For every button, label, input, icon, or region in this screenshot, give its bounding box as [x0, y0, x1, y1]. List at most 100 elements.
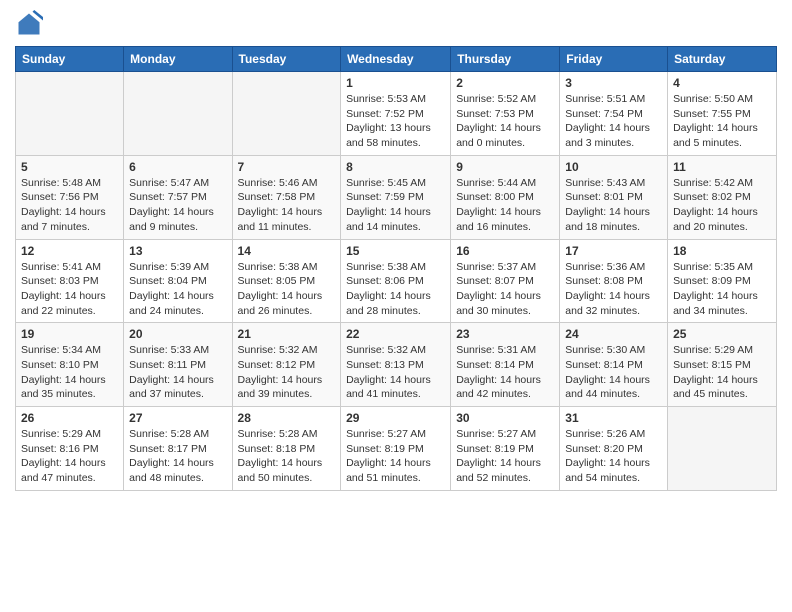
calendar-header-sunday: Sunday [16, 47, 124, 72]
day-number: 4 [673, 76, 771, 90]
calendar-cell: 21 Sunrise: 5:32 AM Sunset: 8:12 PM Dayli… [232, 323, 341, 407]
day-number: 17 [565, 244, 662, 258]
logo-icon [15, 10, 43, 38]
calendar-cell: 11 Sunrise: 5:42 AM Sunset: 8:02 PM Dayli… [668, 155, 777, 239]
day-info: Sunrise: 5:34 AM Sunset: 8:10 PM Dayligh… [21, 343, 118, 402]
day-number: 11 [673, 160, 771, 174]
day-info: Sunrise: 5:32 AM Sunset: 8:12 PM Dayligh… [238, 343, 336, 402]
day-info: Sunrise: 5:38 AM Sunset: 8:06 PM Dayligh… [346, 260, 445, 319]
calendar-header-wednesday: Wednesday [341, 47, 451, 72]
day-info: Sunrise: 5:42 AM Sunset: 8:02 PM Dayligh… [673, 176, 771, 235]
day-number: 8 [346, 160, 445, 174]
day-number: 22 [346, 327, 445, 341]
calendar-header-thursday: Thursday [451, 47, 560, 72]
calendar-week-1: 1 Sunrise: 5:53 AM Sunset: 7:52 PM Daylig… [16, 72, 777, 156]
calendar-header-saturday: Saturday [668, 47, 777, 72]
logo [15, 10, 47, 38]
day-number: 3 [565, 76, 662, 90]
calendar-header-monday: Monday [124, 47, 232, 72]
calendar-cell: 29Sunrise: 5:27 AM Sunset: 8:19 PM Dayli… [341, 407, 451, 491]
day-number: 25 [673, 327, 771, 341]
day-info: Sunrise: 5:28 AM Sunset: 8:18 PM Dayligh… [238, 427, 336, 486]
calendar-cell: 6 Sunrise: 5:47 AM Sunset: 7:57 PM Daylig… [124, 155, 232, 239]
day-number: 31 [565, 411, 662, 425]
day-info: Sunrise: 5:53 AM Sunset: 7:52 PM Dayligh… [346, 92, 445, 151]
day-number: 10 [565, 160, 662, 174]
calendar-cell: 28 Sunrise: 5:28 AM Sunset: 8:18 PM Dayli… [232, 407, 341, 491]
day-number: 26 [21, 411, 118, 425]
day-number: 19 [21, 327, 118, 341]
day-info: Sunrise: 5:51 AM Sunset: 7:54 PM Dayligh… [565, 92, 662, 151]
calendar-cell: 19 Sunrise: 5:34 AM Sunset: 8:10 PM Dayli… [16, 323, 124, 407]
calendar-cell: 18 Sunrise: 5:35 AM Sunset: 8:09 PM Dayli… [668, 239, 777, 323]
day-number: 16 [456, 244, 554, 258]
calendar-week-4: 19 Sunrise: 5:34 AM Sunset: 8:10 PM Dayli… [16, 323, 777, 407]
day-number: 30 [456, 411, 554, 425]
day-info: Sunrise: 5:35 AM Sunset: 8:09 PM Dayligh… [673, 260, 771, 319]
calendar-header-friday: Friday [560, 47, 668, 72]
day-info: Sunrise: 5:44 AM Sunset: 8:00 PM Dayligh… [456, 176, 554, 235]
calendar-cell: 15 Sunrise: 5:38 AM Sunset: 8:06 PM Dayli… [341, 239, 451, 323]
calendar-cell: 30 Sunrise: 5:27 AM Sunset: 8:19 PM Dayli… [451, 407, 560, 491]
calendar-cell [232, 72, 341, 156]
calendar-week-3: 12 Sunrise: 5:41 AM Sunset: 8:03 PM Dayli… [16, 239, 777, 323]
calendar-cell: 24 Sunrise: 5:30 AM Sunset: 8:14 PM Dayli… [560, 323, 668, 407]
day-info: Sunrise: 5:27 AM Sunset: 8:19 PM Dayligh… [456, 427, 554, 486]
calendar-cell: 3 Sunrise: 5:51 AM Sunset: 7:54 PM Daylig… [560, 72, 668, 156]
day-info: Sunrise: 5:47 AM Sunset: 7:57 PM Dayligh… [129, 176, 226, 235]
day-info: Sunrise: 5:29 AM Sunset: 8:16 PM Dayligh… [21, 427, 118, 486]
calendar-header-row: SundayMondayTuesdayWednesdayThursdayFrid… [16, 47, 777, 72]
day-info: Sunrise: 5:33 AM Sunset: 8:11 PM Dayligh… [129, 343, 226, 402]
day-number: 9 [456, 160, 554, 174]
day-info: Sunrise: 5:41 AM Sunset: 8:03 PM Dayligh… [21, 260, 118, 319]
calendar-cell [124, 72, 232, 156]
calendar-cell: 26 Sunrise: 5:29 AM Sunset: 8:16 PM Dayli… [16, 407, 124, 491]
calendar-cell: 2 Sunrise: 5:52 AM Sunset: 7:53 PM Daylig… [451, 72, 560, 156]
day-number: 28 [238, 411, 336, 425]
calendar-cell: 17Sunrise: 5:36 AM Sunset: 8:08 PM Dayli… [560, 239, 668, 323]
day-number: 6 [129, 160, 226, 174]
day-info: Sunrise: 5:39 AM Sunset: 8:04 PM Dayligh… [129, 260, 226, 319]
day-number: 12 [21, 244, 118, 258]
day-number: 13 [129, 244, 226, 258]
day-info: Sunrise: 5:32 AM Sunset: 8:13 PM Dayligh… [346, 343, 445, 402]
day-number: 21 [238, 327, 336, 341]
calendar-cell: 25 Sunrise: 5:29 AM Sunset: 8:15 PM Dayli… [668, 323, 777, 407]
day-number: 24 [565, 327, 662, 341]
day-number: 1 [346, 76, 445, 90]
day-info: Sunrise: 5:30 AM Sunset: 8:14 PM Dayligh… [565, 343, 662, 402]
day-number: 23 [456, 327, 554, 341]
day-number: 5 [21, 160, 118, 174]
calendar-cell: 12 Sunrise: 5:41 AM Sunset: 8:03 PM Dayli… [16, 239, 124, 323]
calendar-cell: 13 Sunrise: 5:39 AM Sunset: 8:04 PM Dayli… [124, 239, 232, 323]
day-info: Sunrise: 5:38 AM Sunset: 8:05 PM Dayligh… [238, 260, 336, 319]
calendar-cell: 8 Sunrise: 5:45 AM Sunset: 7:59 PM Daylig… [341, 155, 451, 239]
day-info: Sunrise: 5:29 AM Sunset: 8:15 PM Dayligh… [673, 343, 771, 402]
page-header [15, 10, 777, 38]
calendar-cell: 20Sunrise: 5:33 AM Sunset: 8:11 PM Dayli… [124, 323, 232, 407]
calendar-cell [668, 407, 777, 491]
day-number: 18 [673, 244, 771, 258]
calendar-cell: 14 Sunrise: 5:38 AM Sunset: 8:05 PM Dayli… [232, 239, 341, 323]
calendar-cell: 23Sunrise: 5:31 AM Sunset: 8:14 PM Dayli… [451, 323, 560, 407]
day-number: 7 [238, 160, 336, 174]
day-info: Sunrise: 5:48 AM Sunset: 7:56 PM Dayligh… [21, 176, 118, 235]
calendar-table: SundayMondayTuesdayWednesdayThursdayFrid… [15, 46, 777, 491]
calendar-cell [16, 72, 124, 156]
day-info: Sunrise: 5:37 AM Sunset: 8:07 PM Dayligh… [456, 260, 554, 319]
calendar-cell: 22 Sunrise: 5:32 AM Sunset: 8:13 PM Dayli… [341, 323, 451, 407]
day-number: 14 [238, 244, 336, 258]
calendar-week-5: 26 Sunrise: 5:29 AM Sunset: 8:16 PM Dayli… [16, 407, 777, 491]
day-info: Sunrise: 5:43 AM Sunset: 8:01 PM Dayligh… [565, 176, 662, 235]
calendar-header-tuesday: Tuesday [232, 47, 341, 72]
day-info: Sunrise: 5:52 AM Sunset: 7:53 PM Dayligh… [456, 92, 554, 151]
calendar-cell: 1 Sunrise: 5:53 AM Sunset: 7:52 PM Daylig… [341, 72, 451, 156]
day-info: Sunrise: 5:50 AM Sunset: 7:55 PM Dayligh… [673, 92, 771, 151]
calendar-cell: 10 Sunrise: 5:43 AM Sunset: 8:01 PM Dayli… [560, 155, 668, 239]
calendar-cell: 9 Sunrise: 5:44 AM Sunset: 8:00 PM Daylig… [451, 155, 560, 239]
calendar-cell: 16 Sunrise: 5:37 AM Sunset: 8:07 PM Dayli… [451, 239, 560, 323]
day-number: 15 [346, 244, 445, 258]
day-number: 2 [456, 76, 554, 90]
day-info: Sunrise: 5:45 AM Sunset: 7:59 PM Dayligh… [346, 176, 445, 235]
calendar-week-2: 5 Sunrise: 5:48 AM Sunset: 7:56 PM Daylig… [16, 155, 777, 239]
